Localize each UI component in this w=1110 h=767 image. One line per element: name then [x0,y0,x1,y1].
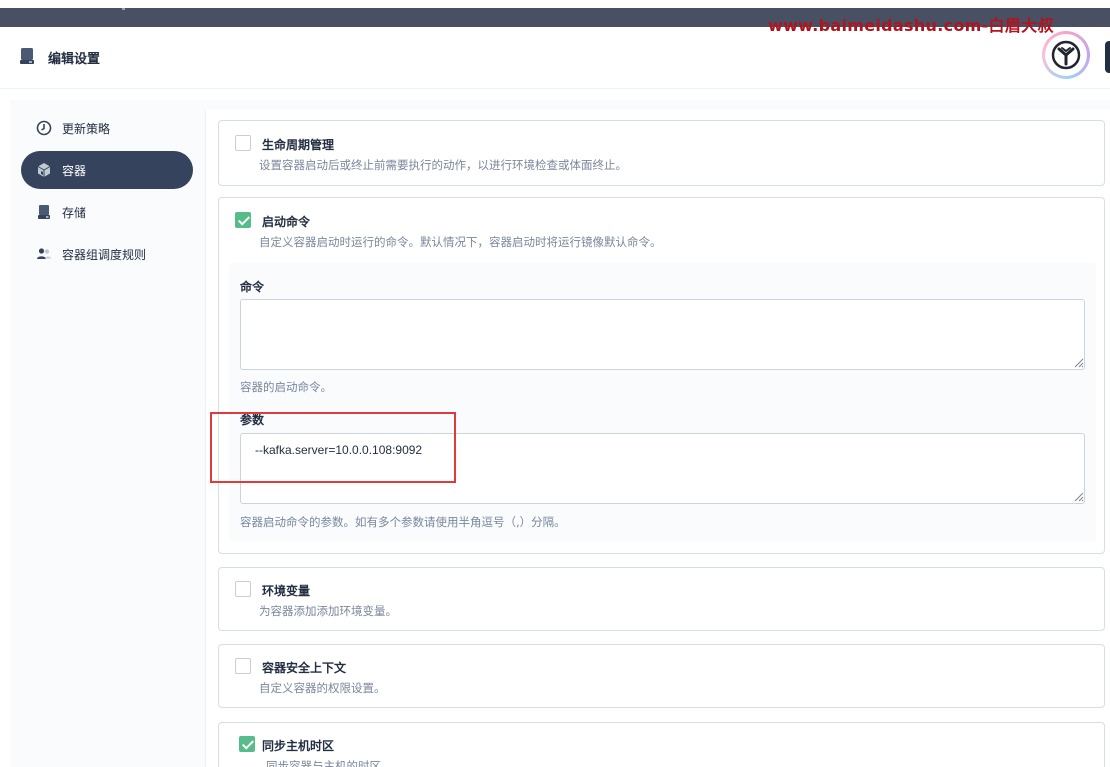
sidebar-item-label: 容器组调度规则 [62,247,147,262]
args-help: 容器启动命令的参数。如有多个参数请使用半角逗号（,）分隔。 [240,515,566,529]
card-title: 启动命令 [262,215,311,229]
card-title: 容器安全上下文 [262,661,347,675]
sidebar-item-label: 容器 [62,163,87,178]
args-input[interactable] [240,433,1085,504]
cube-icon [36,162,52,178]
sidebar-item-storage[interactable]: 存储 [21,193,193,231]
lifecycle-checkbox[interactable] [235,135,251,151]
sidebar-item-update-strategy[interactable]: 更新策略 [21,109,193,147]
top-strip [0,0,1110,8]
card-description: 同步容器与主机的时区。 [266,759,393,767]
start-command-panel: 命令 容器的启动命令。 参数 容器启动命令的参数。如有多个参数请使用半角逗号（,… [229,263,1096,541]
sidebar-item-label: 更新策略 [62,121,111,136]
avatar-logo-icon [1051,40,1081,70]
card-title: 同步主机时区 [262,739,335,753]
security-context-checkbox[interactable] [235,658,251,674]
card-title: 环境变量 [262,584,311,598]
command-help: 容器的启动命令。 [240,380,332,394]
command-input[interactable] [240,299,1085,370]
card-description: 设置容器启动后或终止前需要执行的动作，以进行环境检查或体面终止。 [259,158,627,172]
sync-timezone-checkbox[interactable] [239,736,255,752]
storage-icon [20,47,34,65]
card-description: 自定义容器启动时运行的命令。默认情况下，容器启动时将运行镜像默认命令。 [259,235,662,249]
watermark: www.baimeidashu.com-白眉大叔 [768,16,1054,35]
users-icon [36,246,52,262]
command-label: 命令 [240,280,265,294]
sidebar-item-container[interactable]: 容器 [21,151,193,189]
disk-icon [36,204,52,220]
card-lifecycle: 生命周期管理 设置容器启动后或终止前需要执行的动作，以进行环境检查或体面终止。 [218,120,1105,186]
card-start-command: 启动命令 自定义容器启动时运行的命令。默认情况下，容器启动时将运行镜像默认命令。… [218,197,1105,554]
clock-icon [36,120,52,136]
page-header: 编辑设置 [0,27,1110,89]
env-vars-checkbox[interactable] [235,581,251,597]
args-label: 参数 [240,413,265,427]
start-command-checkbox[interactable] [235,212,251,228]
card-title: 生命周期管理 [262,138,335,152]
avatar[interactable] [1042,31,1090,79]
sidebar-item-label: 存储 [62,205,87,220]
header-edge-button[interactable] [1105,41,1110,73]
sidebar-item-scheduling[interactable]: 容器组调度规则 [21,235,193,273]
card-description: 自定义容器的权限设置。 [259,681,386,695]
card-description: 为容器添加添加环境变量。 [259,604,397,618]
resize-grip-icon[interactable] [1072,490,1084,502]
card-sync-timezone: 同步主机时区 同步容器与主机的时区。 [218,722,1105,767]
page-title: 编辑设置 [48,52,101,67]
card-env-vars: 环境变量 为容器添加添加环境变量。 [218,567,1105,631]
sidebar: 更新策略 容器 存储 容器组调度规则 [21,109,193,277]
card-security-context: 容器安全上下文 自定义容器的权限设置。 [218,644,1105,708]
resize-grip-icon[interactable] [1072,356,1084,368]
